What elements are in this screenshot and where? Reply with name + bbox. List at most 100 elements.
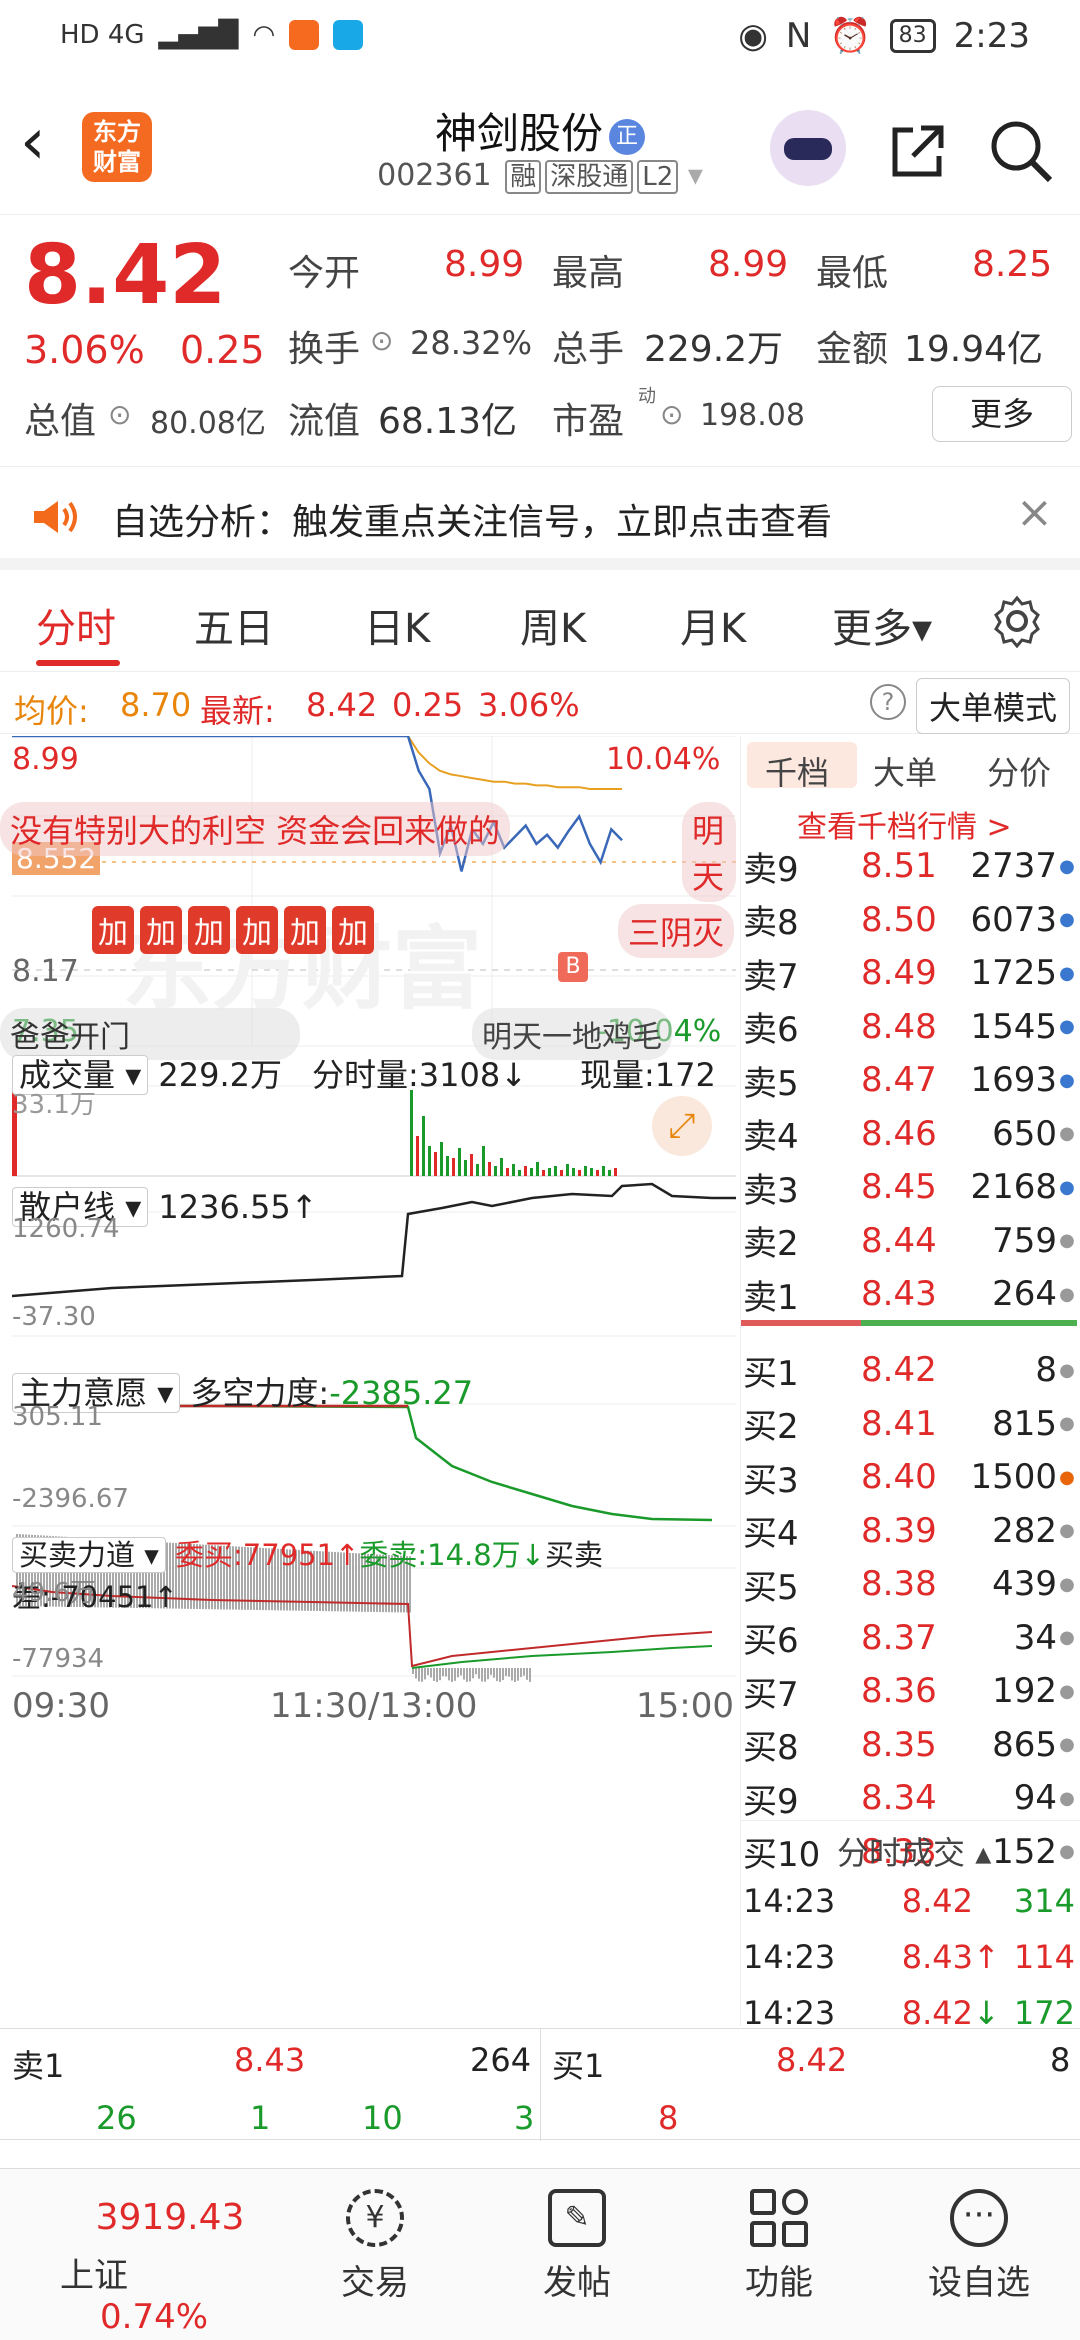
dot-icon: ● — [1059, 1841, 1075, 1862]
force-dropdown[interactable]: 买卖力道 ▾ — [12, 1537, 166, 1573]
volume-bar — [440, 1142, 443, 1176]
level-price: 8.38 — [861, 1564, 937, 1604]
tab-monthly-k[interactable]: 月K — [680, 596, 746, 654]
tab-daily-k[interactable]: 日K — [364, 596, 430, 654]
bid-row[interactable]: 买7 8.36 192 ● — [741, 1667, 1077, 1715]
ask-row[interactable]: 卖9 8.51 2737 ● — [741, 842, 1077, 890]
level-name: 买9 — [743, 1781, 799, 1822]
queue-buy-vol: 8 — [1050, 2041, 1071, 2079]
share-icon[interactable] — [885, 120, 949, 184]
ask-row[interactable]: 卖1 8.43 264 ● — [741, 1270, 1077, 1318]
more-button[interactable]: 更多 — [932, 386, 1072, 442]
expand-icon[interactable]: ⤢ — [652, 1096, 712, 1156]
trade-price: 8.42 — [901, 1994, 973, 2032]
intraday-chart[interactable]: 8.99 10.04% 8.552 8.17 7.35 -10.04% 东方财富… — [0, 736, 736, 2026]
force-bar — [499, 1668, 501, 1682]
index-ticker[interactable]: 3919.43 上证 0.74% — [60, 2197, 280, 2337]
trade-volume: 172 — [1013, 1994, 1075, 2032]
gear-icon[interactable] — [990, 594, 1044, 648]
retail-value: 1236.55↑ — [158, 1188, 318, 1226]
ask-row[interactable]: 卖4 8.46 650 ● — [741, 1110, 1077, 1158]
level-volume: 8 — [1035, 1350, 1057, 1390]
volume-bar — [488, 1162, 491, 1176]
level-volume: 865 — [992, 1724, 1057, 1765]
danmaku-comment[interactable]: 三阴灭 — [618, 904, 735, 958]
info-icon[interactable]: ⊙ — [108, 398, 131, 431]
ask-row[interactable]: 卖6 8.48 1545 ● — [741, 1003, 1077, 1051]
bid-row[interactable]: 买8 8.35 865 ● — [741, 1721, 1077, 1769]
force-bar — [514, 1668, 516, 1682]
level-price: 8.49 — [861, 953, 937, 993]
level-price: 8.50 — [861, 899, 937, 940]
float-value: 68.13亿 — [378, 401, 518, 442]
trade-volume: 314 — [1013, 1882, 1075, 1920]
force-bar — [526, 1668, 528, 1680]
tab-5day[interactable]: 五日 — [194, 596, 274, 654]
level-volume: 1545 — [970, 1006, 1057, 1047]
price-ref-label: 8.17 — [12, 954, 79, 989]
bid-row[interactable]: 买4 8.39 282 ● — [741, 1507, 1077, 1555]
ask-row[interactable]: 卖7 8.49 1725 ● — [741, 949, 1077, 997]
force-bar — [430, 1668, 432, 1678]
tab-add-watch[interactable]: ··· 设自选 — [904, 2189, 1054, 2304]
bid-row[interactable]: 买9 8.34 94 ● — [741, 1774, 1077, 1822]
ask-row[interactable]: 卖5 8.47 1693 ● — [741, 1056, 1077, 1104]
ai-assistant-avatar[interactable] — [770, 110, 846, 186]
help-icon[interactable]: ? — [870, 684, 906, 720]
main-low-label: -2396.67 — [12, 1484, 129, 1514]
tab-weekly-k[interactable]: 周K — [520, 596, 586, 654]
dot-icon: ● — [1059, 1283, 1075, 1305]
level-volume: 2737 — [970, 846, 1057, 886]
tab-price-dist[interactable]: 分价 — [987, 748, 1051, 794]
force-buy: 委买:77951↑ — [175, 1538, 360, 1572]
ask-row[interactable]: 卖2 8.44 759 ● — [741, 1217, 1077, 1265]
chevron-down-icon: ▾ — [687, 158, 703, 193]
eye-icon: ◉ — [738, 16, 768, 56]
info-icon[interactable]: ⊙ — [370, 324, 393, 357]
bid-row[interactable]: 买3 8.40 1500 ● — [741, 1453, 1077, 1501]
bid-row[interactable]: 买1 8.42 8 ● — [741, 1346, 1077, 1394]
danmaku-comment[interactable]: 明天 — [682, 802, 736, 902]
tab-function[interactable]: 功能 — [704, 2189, 854, 2304]
tab-trade[interactable]: ¥ 交易 — [300, 2189, 450, 2304]
dot-icon: ● — [1059, 855, 1075, 877]
force-bar — [427, 1668, 429, 1676]
analysis-banner[interactable]: 自选分析：触发重点关注信号，立即点击查看 × — [0, 466, 1080, 570]
ask-row[interactable]: 卖8 8.50 6073 ● — [741, 896, 1077, 944]
volume-bar — [548, 1168, 551, 1176]
close-icon[interactable]: × — [1016, 487, 1053, 538]
main-high-label: 305.11 — [12, 1402, 103, 1432]
tab-post[interactable]: ✎ 发帖 — [502, 2189, 652, 2304]
level-volume: 1693 — [970, 1060, 1057, 1100]
danmaku-comment[interactable]: 没有特别大的利空 资金会回来做的 — [0, 802, 511, 856]
amount-label: 金额 — [816, 329, 889, 370]
trade-time: 14:23 — [743, 1938, 836, 1976]
ask-row[interactable]: 卖3 8.45 2168 ● — [741, 1163, 1077, 1211]
bid-row[interactable]: 买2 8.41 815 ● — [741, 1400, 1077, 1448]
trades-title[interactable]: 分时成交 ▴ — [837, 1828, 991, 1874]
time-label-end: 15:00 — [636, 1686, 734, 1726]
queue-order: 1 — [250, 2099, 271, 2137]
volume-bar — [428, 1146, 431, 1176]
bid-row[interactable]: 买5 8.38 439 ● — [741, 1560, 1077, 1608]
tab-intraday[interactable]: 分时 — [36, 596, 116, 654]
buy-marker[interactable]: B — [558, 952, 588, 982]
level-name: 卖5 — [743, 1063, 799, 1104]
volume-bar — [410, 1090, 413, 1176]
tab-add-watch-label: 设自选 — [928, 2263, 1030, 2303]
force-bar — [460, 1668, 462, 1676]
search-icon[interactable] — [988, 118, 1054, 184]
view-depth-link[interactable]: 查看千档行情 > — [797, 802, 1012, 846]
force-bar — [415, 1668, 417, 1679]
caret-up-icon: ▴ — [975, 1834, 992, 1872]
dot-icon: ● — [1059, 1230, 1075, 1251]
tab-level-book[interactable]: 千档 — [765, 748, 829, 794]
tab-big-orders[interactable]: 大单 — [873, 748, 937, 794]
info-icon[interactable]: ⊙ — [660, 398, 683, 431]
chart-tabs: 分时 五日 日K 周K 月K 更多▾ — [0, 572, 1080, 672]
big-order-mode-button[interactable]: 大单模式 — [915, 678, 1070, 734]
more-dots-icon: ··· — [950, 2189, 1008, 2247]
clock: 2:23 — [953, 16, 1030, 56]
bid-row[interactable]: 买6 8.37 34 ● — [741, 1614, 1077, 1662]
tab-more[interactable]: 更多▾ — [832, 596, 932, 654]
